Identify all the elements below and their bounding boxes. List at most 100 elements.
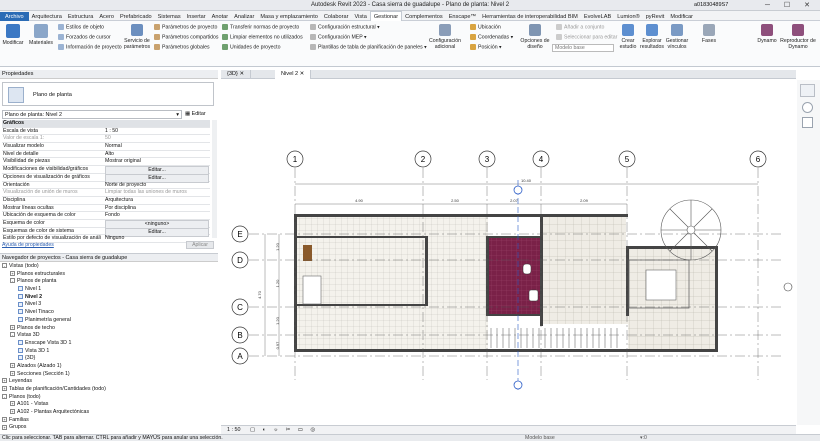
property-row[interactable]: Orientación Norte de proyecto [2,182,210,190]
property-row[interactable]: Ubicación de esquema de color Fondo [2,212,210,220]
expand-icon[interactable]: + [2,416,7,422]
project-params-button[interactable]: Parámetros de proyecto [154,24,217,30]
edit-type-button[interactable]: ▦ Editar tipo [185,110,215,126]
browser-item[interactable]: Enscape Vista 3D 1 [2,340,216,348]
snaps-button[interactable]: Forzados de cursor [58,34,111,40]
view-scale[interactable]: 1 : 50 [227,427,241,433]
browser-item[interactable]: Vista 3D 1 [2,348,216,356]
tab-nivel-2[interactable]: Nivel 2 ✕ [275,70,312,79]
modify-button[interactable]: Modificar [2,24,24,46]
view-instance-dropdown[interactable]: Plano de planta: Nivel 2 ▾ [2,110,182,119]
browser-item[interactable]: + Planos estructurales [2,271,216,279]
collapse-icon[interactable]: - [10,278,15,284]
global-params-button[interactable]: Parámetros globales [154,44,210,50]
tab-3d[interactable]: {3D} ✕ [221,70,252,79]
browser-item[interactable]: - Planos de planta [2,278,216,286]
browser-item[interactable]: + A101 - Vistas [2,401,216,409]
properties-scrollbar[interactable] [212,120,217,238]
browser-item[interactable]: Planimetría general [2,317,216,325]
browser-item[interactable]: + Alzados (Alzado 1) [2,363,216,371]
panel-templates-button[interactable]: Plantillas de tabla de planificación de … [310,44,427,50]
user-account[interactable]: a01830489S7 [694,2,728,8]
apply-button[interactable]: Aplicar [186,241,214,249]
location-button[interactable]: Ubicación [470,24,501,30]
browser-item[interactable]: - Vistas 3D [2,332,216,340]
drawing-canvas[interactable]: 1 2 3 4 5 6 E D C B A 10.40 4.90 2.50 2.07 2.09 1.20 1.2… [221,80,796,425]
property-row[interactable]: Visibilidad de piezas Mostrar original [2,158,210,167]
view-control-icons[interactable]: ▢ ◐ ☼ ✂ ▭ ◎ [250,427,318,433]
steering-wheel-icon[interactable] [802,102,813,113]
manage-links-button[interactable]: Gestionar vínculos [665,24,689,50]
collapse-icon[interactable]: - [10,332,15,338]
main-model-status[interactable]: Modelo base [525,435,555,441]
browser-item[interactable]: + A102 - Plantas Arquitectónicas [2,409,216,417]
expand-icon[interactable]: + [10,270,15,276]
coordinates-button[interactable]: Coordenadas ▾ [470,34,513,40]
expand-icon[interactable]: + [2,424,7,430]
property-row[interactable]: Mostrar líneas ocultas Por disciplina [2,205,210,213]
type-selector[interactable]: Plano de planta [2,82,214,106]
expand-icon[interactable]: + [10,363,15,369]
property-row[interactable]: Visualización de unión de muros Limpiar t… [2,189,210,197]
edit-type-icon: ▦ [185,111,192,117]
browser-item[interactable]: - Planos (todo) [2,394,216,402]
collapse-icon[interactable]: - [2,393,7,399]
property-row[interactable]: Opciones de visualización de gráficos Edi… [2,173,210,183]
property-value: Mostrar original [105,158,141,165]
expand-icon[interactable]: + [2,378,7,384]
browser-item[interactable]: - Vistas (todo) [2,263,216,271]
purge-unused-button[interactable]: Limpiar elementos no utilizados [222,34,303,40]
property-row[interactable]: Esquema de color <ninguno> [2,219,210,229]
browser-item[interactable]: + Secciones (Sección 1) [2,371,216,379]
expand-icon[interactable]: + [10,324,15,330]
position-button[interactable]: Posición ▾ [470,44,502,50]
phases-button[interactable]: Fases [700,24,718,44]
main-model-dropdown[interactable]: Modelo base [552,44,614,52]
dynamo-player-button[interactable]: Reproductor de Dynamo [779,24,817,50]
collapse-icon[interactable]: - [2,263,7,269]
browser-item[interactable]: + Leyendas [2,378,216,386]
browser-item[interactable]: + Planos de techo [2,325,216,333]
browser-item[interactable]: {3D} [2,355,216,363]
property-row[interactable]: Visualizar modelo Normal [2,143,210,151]
property-row[interactable]: Modificaciones de visibilidad/gráficos Ed… [2,166,210,176]
expand-icon[interactable]: + [10,409,15,415]
design-options-button[interactable]: Opciones de diseño [518,24,552,50]
expand-icon[interactable]: + [10,401,15,407]
project-units-button[interactable]: Unidades de proyecto [222,44,280,50]
zoom-icon[interactable] [802,117,813,128]
expand-icon[interactable]: + [10,370,15,376]
service-params-button[interactable]: Servicio de parámetros [122,24,152,50]
mep-settings-button[interactable]: Configuración MEP ▾ [310,34,367,40]
window-controls[interactable]: ─ ☐ ✕ [765,1,816,9]
browser-item[interactable]: + Familias [2,417,216,425]
project-info-button[interactable]: Información de proyecto [58,44,122,50]
pick-to-edit-button[interactable]: Seleccionar para editar [556,34,617,40]
browser-item[interactable]: + Tablas de planificación/Cantidades (tod… [2,386,216,394]
menu-tab-12[interactable]: Gestionar [369,11,403,21]
property-row[interactable]: Gráficos [2,120,210,128]
property-row[interactable]: Nivel de detalle Alto [2,151,210,159]
transfer-standards-button[interactable]: Transferir normas de proyecto [222,24,299,30]
browser-item[interactable]: Nivel 1 [2,286,216,294]
property-row[interactable]: Escala de vista 1 : 50 [2,128,210,136]
materials-button[interactable]: Materiales [28,24,54,46]
structural-settings-button[interactable]: Configuración estructural ▾ [310,24,380,30]
property-row[interactable]: Esquemas de color de sistema Editar... [2,227,210,237]
browser-item[interactable]: Nivel 3 [2,301,216,309]
add-to-set-button[interactable]: Añadir a conjunto [556,24,604,30]
dynamo-button[interactable]: Dynamo [756,24,778,44]
browser-item[interactable]: Nivel 2 [2,294,216,302]
property-row[interactable]: Disciplina Arquitectura [2,197,210,205]
expand-icon[interactable]: + [2,386,7,392]
browser-item[interactable]: Nivel Tinaco [2,309,216,317]
shared-params-button[interactable]: Parámetros compartidos [154,34,219,40]
create-study-button[interactable]: Crear estudio [617,24,639,50]
additional-settings-button[interactable]: Configuración adicional [428,24,462,50]
browser-item[interactable]: + Grupos [2,424,216,432]
properties-help-link[interactable]: Ayuda de propiedades [2,242,54,248]
property-row[interactable]: Valor de escala 1: 50 [2,135,210,144]
view-cube-icon[interactable] [800,84,815,97]
object-styles-button[interactable]: Estilos de objeto [58,24,104,30]
explore-results-button[interactable]: Explorar resultados [640,24,664,50]
